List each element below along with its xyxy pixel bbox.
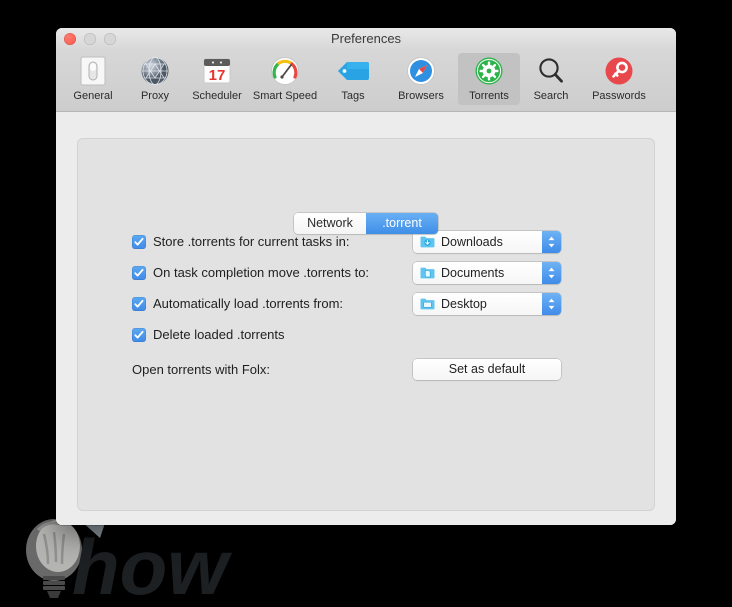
checkbox-move-torrents[interactable] [132,265,146,280]
toolbar-item-label: Passwords [592,90,646,102]
settings-form: Store .torrents for current tasks in: Do… [132,226,592,388]
toolbar-item-label: Smart Speed [252,90,318,102]
toolbar-item-scheduler[interactable]: 17 Scheduler [186,53,248,105]
set-as-default-button[interactable]: Set as default [413,358,561,380]
setting-label: Delete loaded .torrents [153,327,285,342]
toolbar-item-passwords[interactable]: Passwords [582,53,656,105]
window-title: Preferences [330,31,402,46]
popup-move-torrents-folder[interactable]: Documents [413,261,561,284]
globe-icon [139,55,171,87]
setting-label: Open torrents with Folx: [132,361,270,377]
calendar-icon: 17 [201,55,233,87]
calendar-day: 17 [209,67,226,84]
toolbar-item-proxy[interactable]: Proxy [124,53,186,105]
toolbar-item-search[interactable]: Search [520,53,582,105]
preferences-toolbar: General Proxy 17 Scheduler Smart Speed T… [56,50,676,112]
watermark-logo: how [26,514,232,607]
lightbulb-icon [26,519,82,598]
toolbar-item-label: General [73,90,113,102]
title-bar: Preferences [56,28,676,50]
magnifier-icon [535,55,567,87]
checkbox-autoload-torrents[interactable] [132,296,146,311]
toolbar-item-general[interactable]: General [62,53,124,105]
toolbar-item-label: Search [533,90,569,102]
tag-icon [337,55,369,87]
setting-label: Automatically load .torrents from: [153,296,344,311]
switch-icon [77,55,109,87]
tab-bar: Network .torrent [56,213,676,234]
setting-row-open-with-folx: Open torrents with Folx: Set as default [132,350,592,388]
maximize-button[interactable] [104,33,116,45]
checkbox-delete-loaded[interactable] [132,327,146,342]
compass-icon [405,55,437,87]
stepper-arrows-icon[interactable] [542,261,561,284]
toolbar-item-label: Scheduler [192,90,242,102]
toolbar-item-label: Torrents [469,90,509,102]
setting-label: On task completion move .torrents to: [153,265,370,280]
stepper-arrows-icon[interactable] [542,292,561,315]
setting-row-move-torrents: On task completion move .torrents to: Do… [132,257,592,288]
toolbar-item-torrents[interactable]: Torrents [458,53,520,105]
documents-folder-icon [420,266,435,280]
minimize-button[interactable] [84,33,96,45]
checkbox-store-torrents[interactable] [132,234,146,249]
toolbar-item-smart-speed[interactable]: Smart Speed [248,53,322,105]
popup-autoload-torrents-folder[interactable]: Desktop [413,292,561,315]
segmented-control: Network .torrent [294,213,438,234]
setting-label: Store .torrents for current tasks in: [153,234,350,249]
watermark-text: how [72,523,232,607]
tab-network[interactable]: Network [294,213,366,234]
close-button[interactable] [64,33,76,45]
downloads-folder-icon [420,235,435,249]
toolbar-item-label: Tags [341,90,365,102]
popup-value: Desktop [441,296,487,311]
popup-value: Documents [441,265,505,280]
toolbar-item-tags[interactable]: Tags [322,53,384,105]
tab-torrent[interactable]: .torrent [366,213,438,234]
popup-value: Downloads [441,234,503,249]
speedometer-icon [269,55,301,87]
setting-row-delete-loaded: Delete loaded .torrents [132,319,592,350]
setting-row-autoload-torrents: Automatically load .torrents from: Deskt… [132,288,592,319]
preferences-content: Network .torrent Store .torrents for cur… [56,112,676,525]
preferences-window: Preferences General Proxy 17 Scheduler S… [56,28,676,525]
gear-icon [473,55,505,87]
toolbar-item-label: Browsers [398,90,444,102]
traffic-light-group [64,33,116,45]
toolbar-item-browsers[interactable]: Browsers [384,53,458,105]
key-icon [603,55,635,87]
toolbar-item-label: Proxy [140,90,170,102]
desktop-folder-icon [420,297,435,311]
